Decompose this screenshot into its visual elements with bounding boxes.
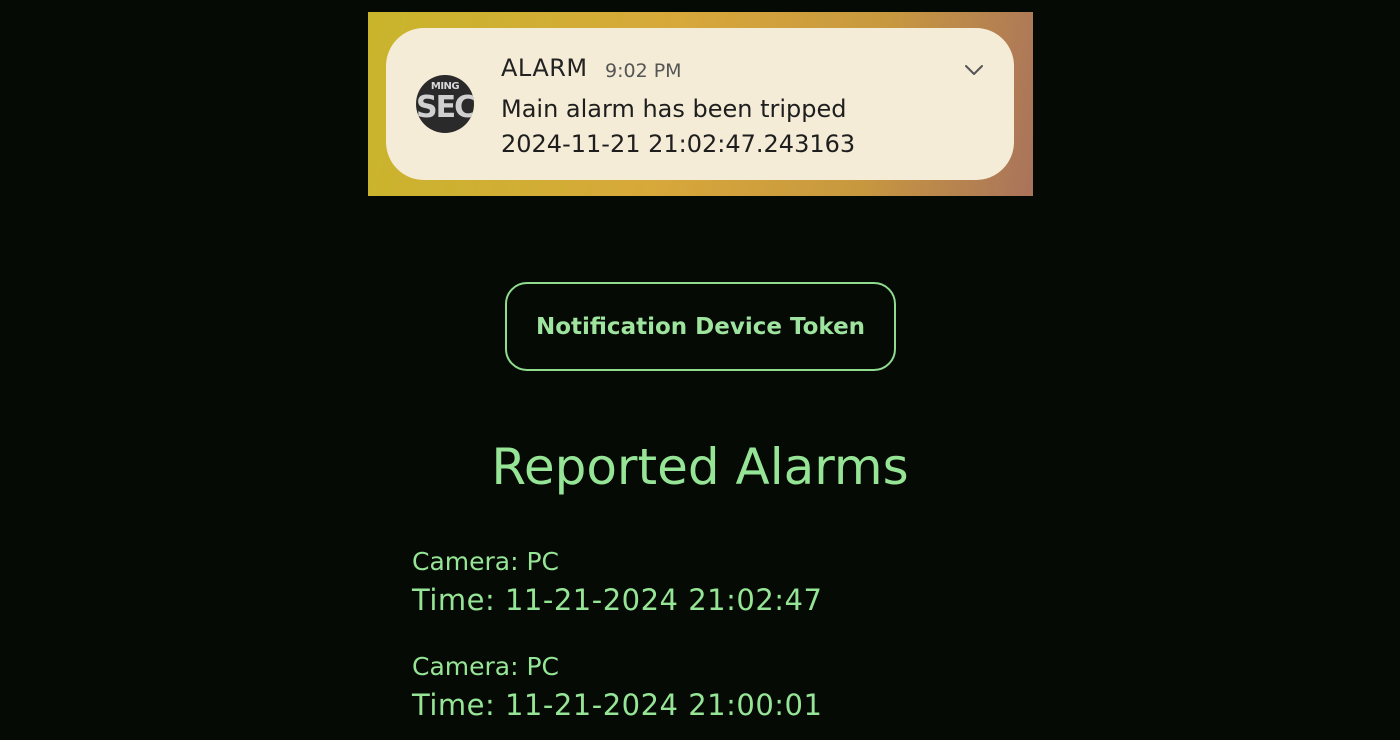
notification-timestamp: 2024-11-21 21:02:47.243163 (501, 130, 856, 158)
app-screen: MING SEC ALARM 9:02 PM Main alarm has be… (0, 0, 1400, 740)
list-item[interactable]: Camera: PC Time: 11-21-2024 21:02:47 (412, 544, 1012, 649)
alarm-camera: Camera: PC (412, 547, 560, 576)
alarm-time: Time: 11-21-2024 21:00:01 (412, 688, 823, 722)
app-icon-main-text: SEC (416, 90, 474, 125)
notification-title: ALARM (501, 54, 588, 82)
notification-device-token-button[interactable]: Notification Device Token (505, 282, 896, 371)
alarm-camera: Camera: PC (412, 652, 560, 681)
notification-body: Main alarm has been tripped 2024-11-21 2… (501, 92, 855, 162)
notification-message: Main alarm has been tripped (501, 95, 847, 123)
chevron-down-icon[interactable] (962, 58, 986, 82)
ming-sec-app-icon: MING SEC (416, 75, 474, 133)
reported-alarms-heading: Reported Alarms (491, 438, 909, 496)
notification-time: 9:02 PM (605, 60, 682, 82)
alarm-time: Time: 11-21-2024 21:02:47 (412, 583, 823, 617)
notification-card[interactable]: MING SEC ALARM 9:02 PM Main alarm has be… (386, 28, 1014, 180)
notification-banner: MING SEC ALARM 9:02 PM Main alarm has be… (368, 12, 1033, 196)
alarm-list: Camera: PC Time: 11-21-2024 21:02:47 Cam… (412, 544, 1012, 740)
list-item[interactable]: Camera: PC Time: 11-21-2024 21:00:01 (412, 649, 1012, 740)
